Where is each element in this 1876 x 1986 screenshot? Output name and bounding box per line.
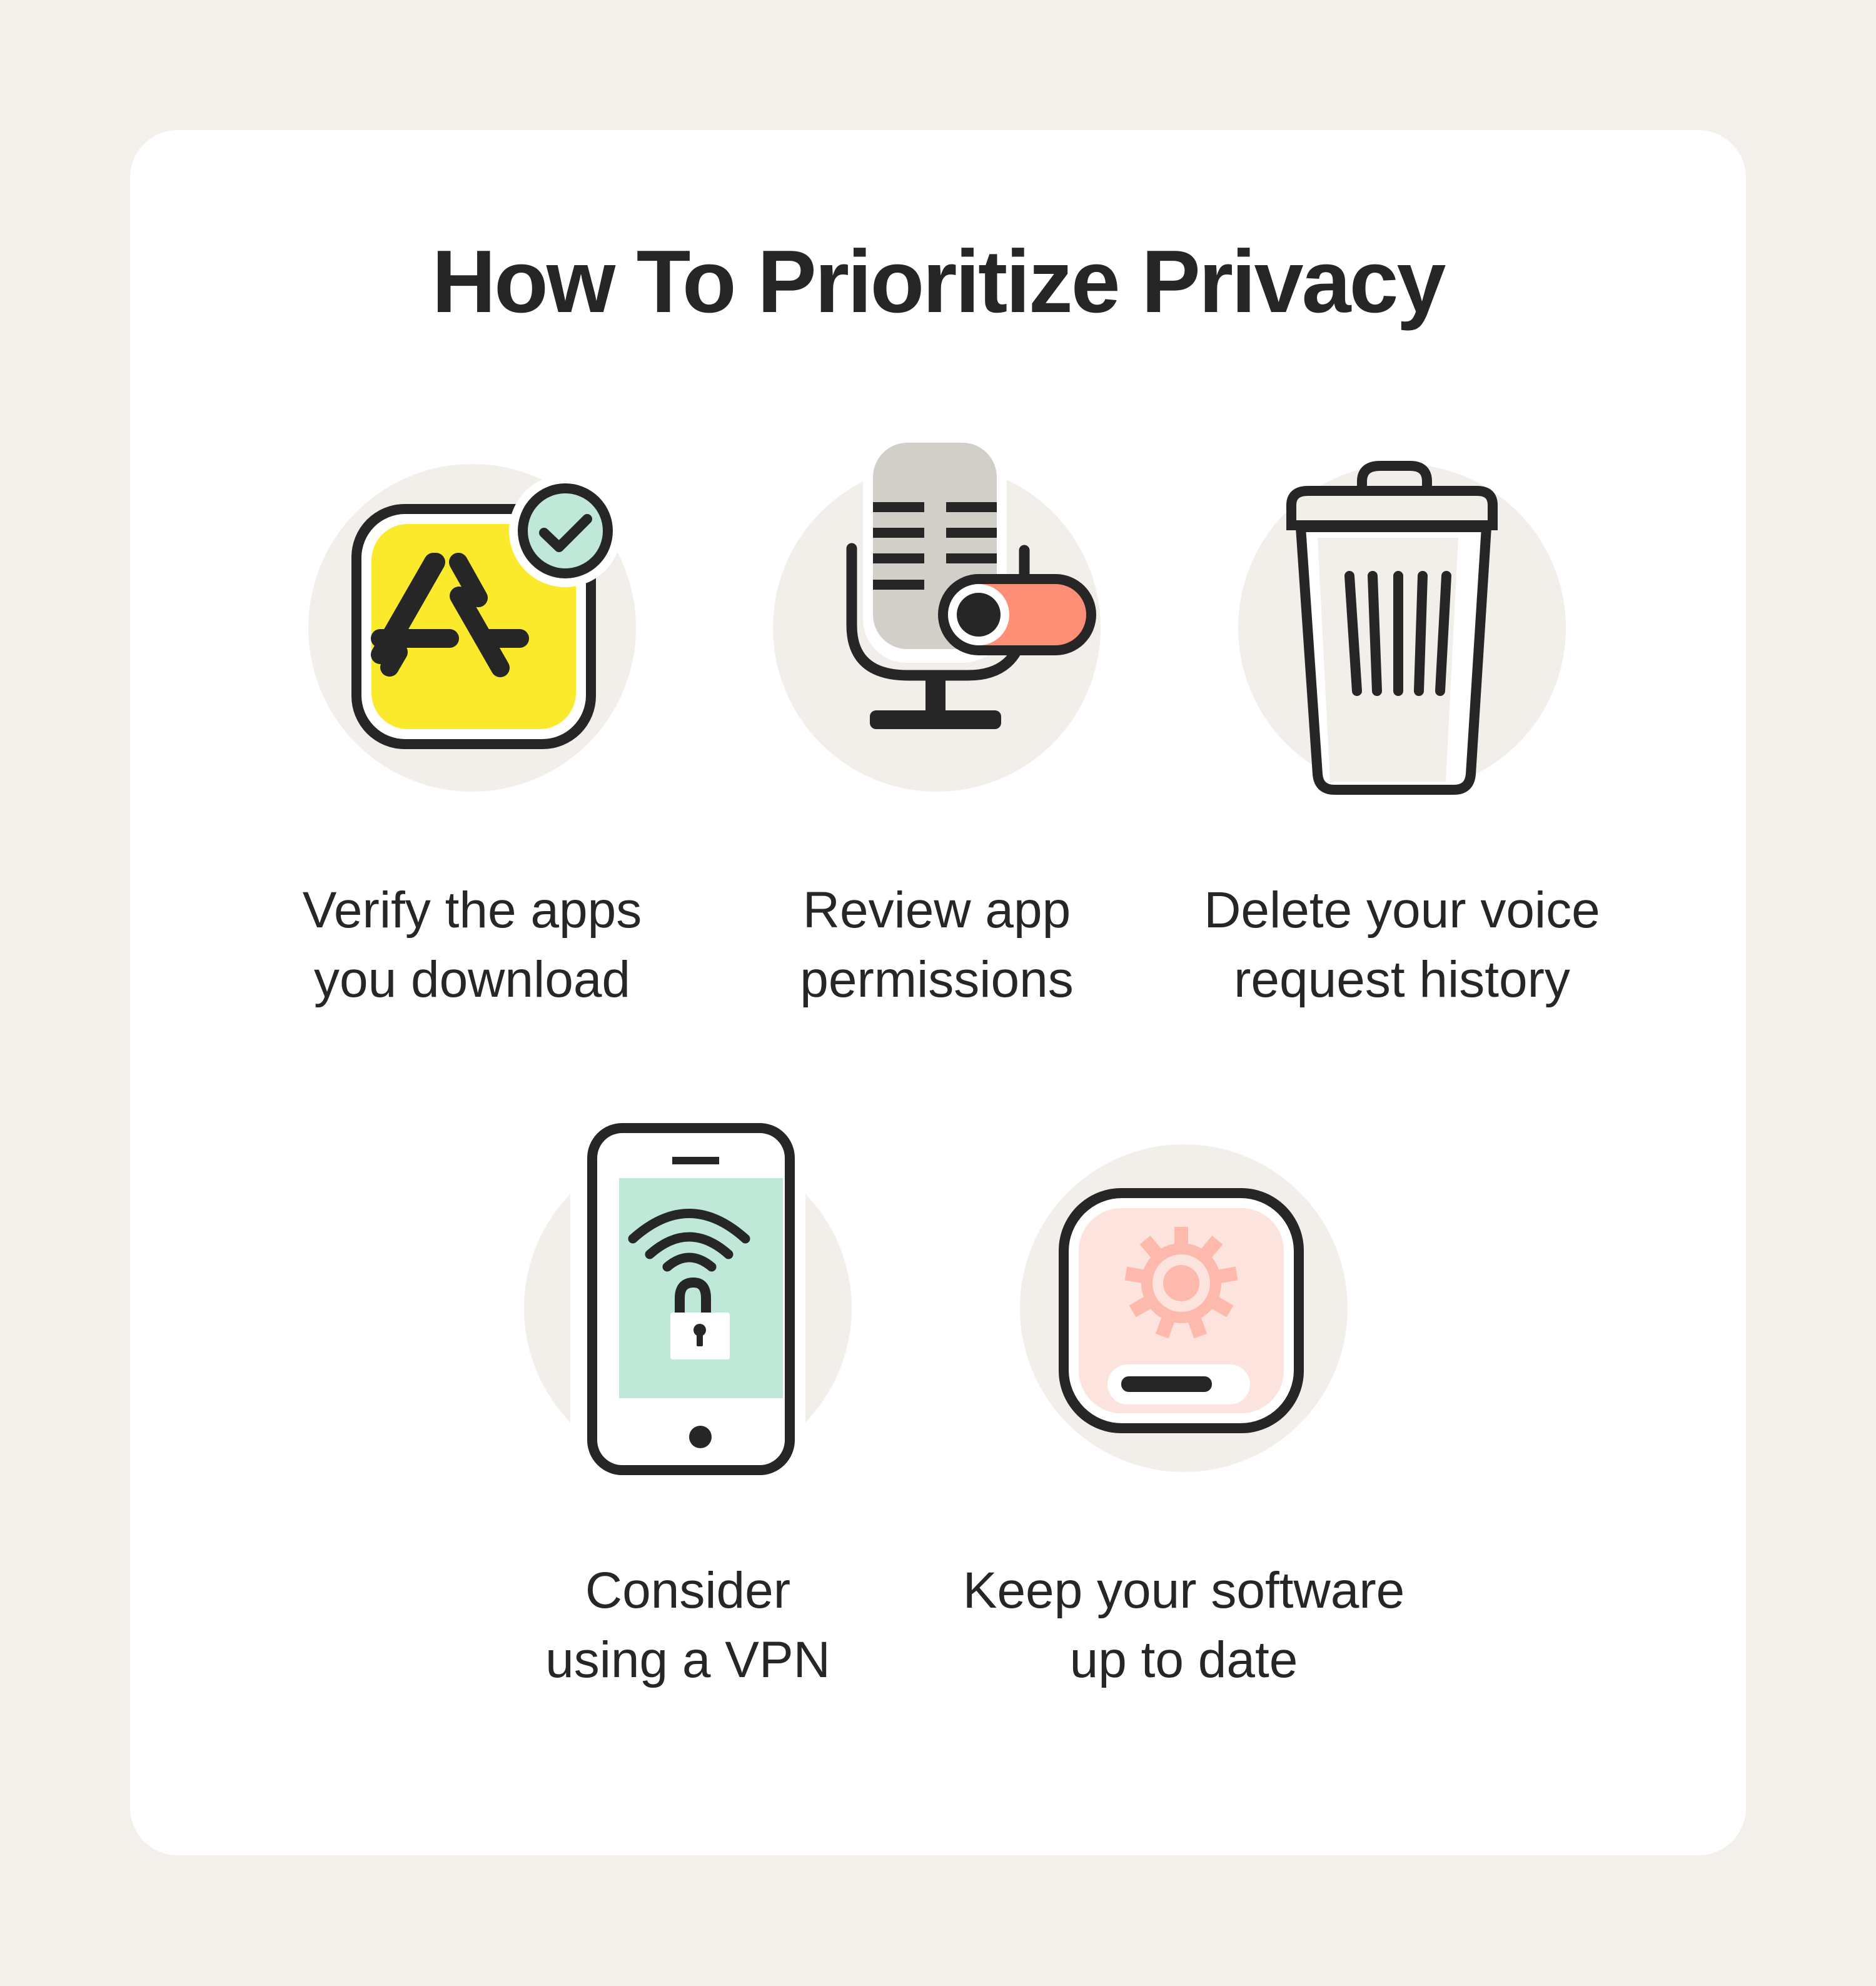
microphone-toggle-icon: [773, 438, 1101, 792]
phone-vpn-lock-icon: [524, 1118, 852, 1493]
tip-label: Delete your voice request history: [1204, 882, 1600, 1008]
app-store-check-icon: [308, 464, 636, 792]
tip-update-software: Keep your software up to date: [934, 1118, 1434, 1695]
tip-label: Verify the apps you download: [302, 882, 642, 1008]
tip-verify-apps: Verify the apps you download: [222, 438, 722, 1014]
tip-label: Consider using a VPN: [545, 1562, 830, 1688]
tip-consider-vpn: Consider using a VPN: [438, 1118, 938, 1695]
software-update-gear-icon: [1020, 1144, 1348, 1472]
tip-review-permissions: Review app permissions: [687, 438, 1187, 1014]
tip-label: Keep your software up to date: [962, 1562, 1405, 1688]
trash-can-icon: [1238, 461, 1566, 795]
tip-label: Review app permissions: [800, 882, 1074, 1008]
page-title: How To Prioritize Privacy: [431, 232, 1446, 331]
tip-delete-voice-history: Delete your voice request history: [1152, 438, 1652, 1014]
